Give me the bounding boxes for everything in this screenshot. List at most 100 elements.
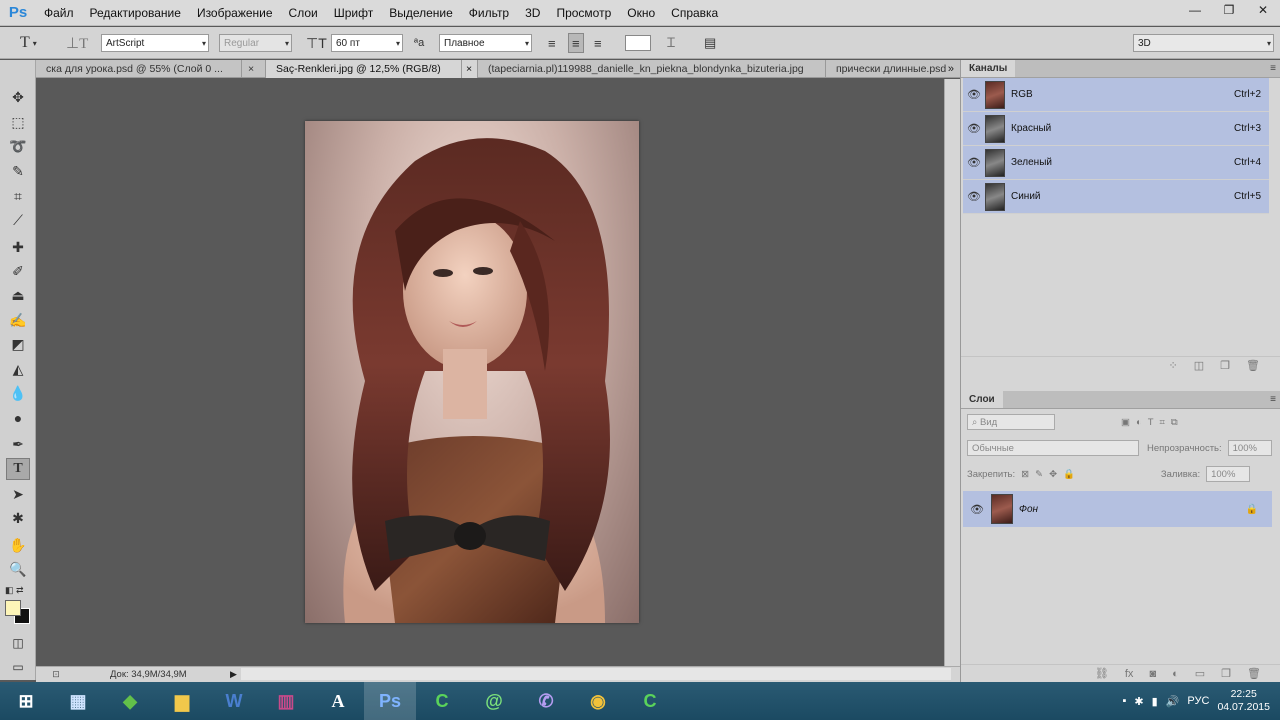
new-layer-icon[interactable]: ❐ [1221, 667, 1231, 680]
word-icon[interactable]: W [208, 682, 260, 720]
load-selection-icon[interactable]: ⁘ [1169, 359, 1178, 372]
path-selection-tool-icon[interactable]: ➤ [6, 483, 30, 505]
zoom-tool-icon[interactable]: 🔍 [6, 558, 30, 580]
font-app-icon[interactable]: A [312, 682, 364, 720]
menu-view[interactable]: Просмотр [548, 0, 619, 26]
eye-icon[interactable]: 👁 [963, 190, 985, 203]
eyedropper-tool-icon[interactable]: ⟋ [6, 209, 30, 231]
clock[interactable]: 22:25 04.07.2015 [1217, 688, 1270, 714]
crop-tool-icon[interactable]: ⌗ [6, 185, 30, 207]
lock-transparent-icon[interactable]: ⊠ [1021, 469, 1029, 480]
layer-row-background[interactable]: 👁 Фон 🔒 [963, 491, 1272, 527]
more-tabs-icon[interactable]: » [948, 60, 954, 78]
hand-tool-icon[interactable]: ✋ [6, 534, 30, 556]
bluetooth-icon[interactable]: ✱ [1134, 695, 1143, 708]
tray-app-icon[interactable]: ▪ [1123, 695, 1127, 707]
eraser-tool-icon[interactable]: ◩ [6, 333, 30, 355]
screen-mode-icon[interactable]: ▭ [6, 656, 30, 678]
channel-row-blue[interactable]: 👁 Синий Ctrl+5 [963, 180, 1269, 214]
volume-icon[interactable]: 🔊 [1166, 695, 1180, 708]
save-selection-icon[interactable]: ◫ [1194, 359, 1204, 372]
network-icon[interactable]: ▮ [1152, 695, 1158, 708]
new-channel-icon[interactable]: ❐ [1220, 359, 1230, 372]
filter-pixel-icon[interactable]: ▣ [1121, 417, 1130, 428]
lock-all-icon[interactable]: 🔒 [1063, 469, 1075, 480]
move-tool-icon[interactable]: ✥ [6, 86, 30, 108]
character-panel-icon[interactable]: ▤ [704, 33, 716, 53]
menu-3d[interactable]: 3D [517, 0, 548, 26]
font-style-select[interactable]: Regular ▾ [219, 34, 292, 52]
mail-agent-icon[interactable]: @ [468, 682, 520, 720]
tab-close-button[interactable]: × [462, 60, 478, 78]
channel-row-rgb[interactable]: 👁 RGB Ctrl+2 [963, 78, 1269, 112]
channel-row-red[interactable]: 👁 Красный Ctrl+3 [963, 112, 1269, 146]
adjustment-layer-icon[interactable]: ◐ [1172, 668, 1179, 680]
tab-close-button[interactable]: × [242, 60, 266, 78]
history-brush-tool-icon[interactable]: ✍ [6, 309, 30, 331]
filter-smart-object-icon[interactable]: ⧉ [1171, 417, 1178, 428]
viber-icon[interactable]: ✆ [520, 682, 572, 720]
menu-type[interactable]: Шрифт [326, 0, 381, 26]
font-size-select[interactable]: 60 пт ▾ [331, 34, 403, 52]
antialias-select[interactable]: Плавное ▾ [439, 34, 532, 52]
quick-mask-icon[interactable]: ◫ [6, 632, 30, 654]
blur-tool-icon[interactable]: 💧 [6, 382, 30, 404]
font-family-select[interactable]: ArtScript ▾ [101, 34, 209, 52]
trash-icon[interactable]: 🗑 [1246, 359, 1260, 372]
lasso-tool-icon[interactable]: ➰ [6, 135, 30, 157]
trash-icon[interactable]: 🗑 [1247, 667, 1261, 680]
healing-brush-tool-icon[interactable]: ✚ [6, 236, 30, 258]
warp-text-icon[interactable]: Ꮖ [667, 33, 676, 53]
menu-help[interactable]: Справка [663, 0, 726, 26]
tab-document[interactable]: (tapeciarnia.pl)119988_danielle_kn_piekn… [478, 60, 826, 78]
calculator-icon[interactable]: ▦ [52, 682, 104, 720]
new-group-icon[interactable]: ▭ [1195, 667, 1205, 680]
link-layers-icon[interactable]: ⛓ [1095, 667, 1109, 680]
text-orientation-icon[interactable]: ⊥T [66, 33, 88, 53]
custom-shape-tool-icon[interactable]: ✱ [6, 507, 30, 529]
clone-stamp-tool-icon[interactable]: ⏏ [6, 284, 30, 306]
type-tool-icon[interactable]: T [6, 458, 30, 480]
paint-bucket-tool-icon[interactable]: ◭ [6, 358, 30, 380]
lock-pixels-icon[interactable]: ✎ [1035, 469, 1043, 480]
eye-icon[interactable]: 👁 [963, 88, 985, 101]
foreground-color-swatch[interactable] [5, 600, 21, 616]
vertical-scrollbar[interactable] [944, 79, 960, 666]
explorer-icon[interactable]: ▆ [156, 682, 208, 720]
status-arrow-icon[interactable]: ▶ [230, 669, 237, 680]
eye-icon[interactable]: 👁 [963, 503, 991, 516]
text-color-swatch[interactable] [625, 35, 651, 51]
chrome-icon[interactable]: ◉ [572, 682, 624, 720]
menu-layers[interactable]: Слои [281, 0, 326, 26]
tab-channels[interactable]: Каналы [961, 60, 1016, 77]
quick-select-tool-icon[interactable]: ✎ [6, 160, 30, 182]
camtasia-icon[interactable]: C [416, 682, 468, 720]
filter-type-icon[interactable]: T [1148, 417, 1154, 428]
windows-start-icon[interactable]: ⊞ [0, 682, 52, 720]
camtasia-2-icon[interactable]: C [624, 682, 676, 720]
fill-field[interactable]: 100% [1206, 466, 1251, 482]
restore-button[interactable]: ❐ [1212, 0, 1246, 20]
menu-file[interactable]: Файл [36, 0, 82, 26]
opacity-field[interactable]: 100% [1227, 440, 1272, 456]
eye-icon[interactable]: 👁 [963, 156, 985, 169]
layer-style-icon[interactable]: fx [1125, 668, 1134, 680]
minimize-button[interactable]: — [1178, 0, 1212, 20]
channel-row-green[interactable]: 👁 Зеленый Ctrl+4 [963, 146, 1269, 180]
align-center-icon[interactable]: ≡ [568, 33, 584, 53]
chrome-green-icon[interactable]: ◆ [104, 682, 156, 720]
layer-filter-select[interactable]: ⌕ Вид [967, 414, 1055, 430]
panel-menu-icon[interactable]: ≡ [1270, 391, 1276, 409]
language-indicator[interactable]: РУС [1187, 695, 1209, 707]
marquee-tool-icon[interactable]: ⬚ [6, 111, 30, 133]
blend-mode-select[interactable]: Обычные [967, 440, 1139, 456]
brush-tool-icon[interactable]: ✐ [6, 260, 30, 282]
default-colors-icon[interactable]: ◧ ⇄ [5, 585, 24, 596]
menu-edit[interactable]: Редактирование [82, 0, 189, 26]
document-image[interactable] [305, 121, 639, 623]
tab-document[interactable]: ска для урока.psd @ 55% (Слой 0 ... [36, 60, 242, 78]
layer-mask-icon[interactable]: ◙ [1149, 668, 1156, 680]
menu-window[interactable]: Окно [619, 0, 663, 26]
lock-position-icon[interactable]: ✥ [1049, 469, 1057, 480]
close-button[interactable]: ✕ [1246, 0, 1280, 20]
